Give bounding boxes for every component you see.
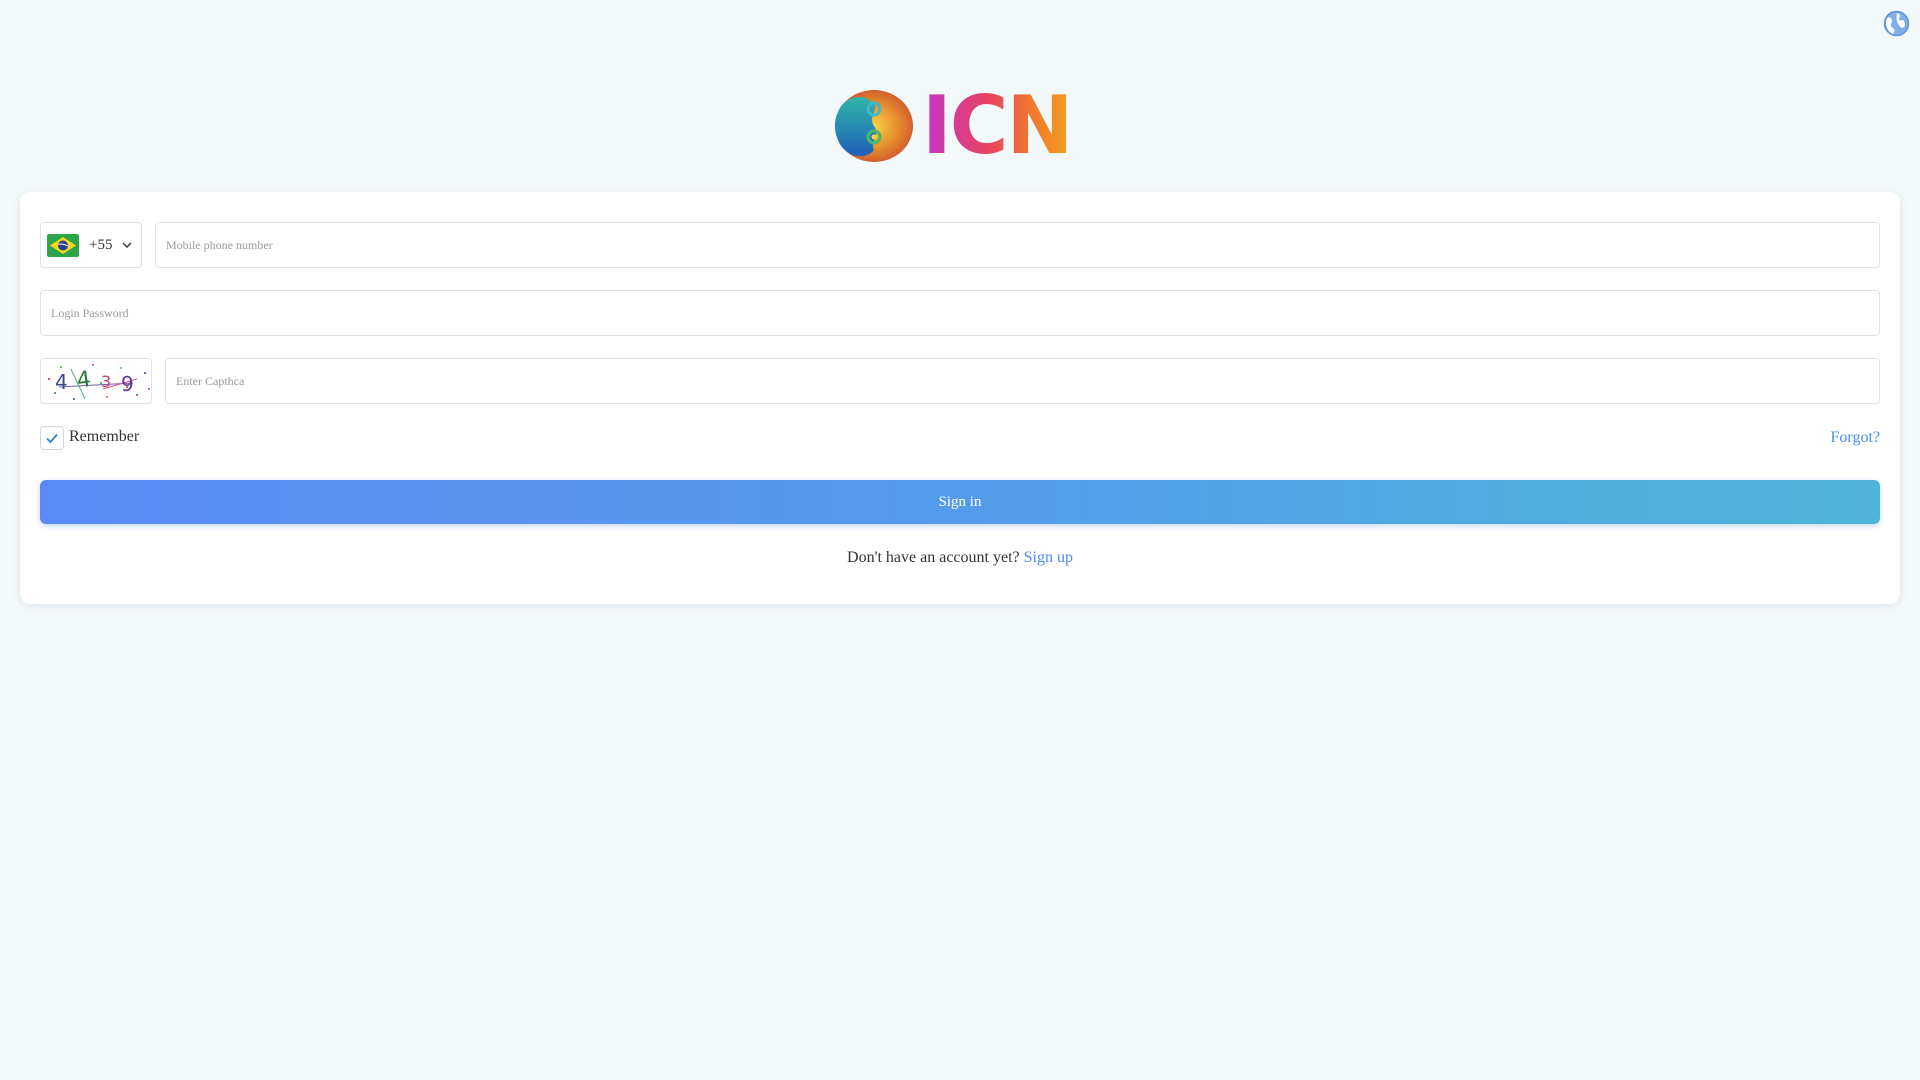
svg-text:3: 3 bbox=[101, 372, 111, 391]
country-code-value: +55 bbox=[89, 236, 113, 253]
forgot-password-link[interactable]: Forgot? bbox=[1831, 429, 1880, 447]
phone-row: +55 bbox=[40, 222, 1880, 268]
sign-in-button[interactable]: Sign in bbox=[40, 480, 1880, 524]
signup-prompt-text: Don't have an account yet? bbox=[847, 549, 1020, 566]
app-logo: ICN bbox=[834, 79, 1074, 172]
brazil-flag-icon bbox=[47, 233, 79, 257]
signin-row: Sign in bbox=[40, 480, 1880, 524]
phone-input[interactable] bbox=[155, 222, 1880, 268]
remember-label: Remember bbox=[69, 428, 140, 445]
globe-icon bbox=[1883, 10, 1910, 37]
checkmark-icon bbox=[46, 433, 58, 444]
captcha-image[interactable]: 4 4 3 9 bbox=[40, 358, 152, 404]
country-code-select[interactable]: +55 bbox=[40, 222, 142, 268]
login-card: +55 Mobile phone number 4 4 3 9 Enter Ca… bbox=[20, 192, 1900, 604]
password-row bbox=[40, 290, 1880, 336]
logo-text: ICN bbox=[922, 79, 1073, 172]
password-input[interactable] bbox=[40, 290, 1880, 336]
svg-text:4: 4 bbox=[55, 370, 68, 394]
sign-up-link[interactable]: Sign up bbox=[1024, 549, 1073, 566]
language-button[interactable] bbox=[1883, 10, 1910, 37]
logo-emblem-icon bbox=[835, 90, 913, 162]
remember-checkbox[interactable] bbox=[40, 426, 64, 450]
captcha-row: 4 4 3 9 bbox=[40, 358, 1880, 404]
svg-text:9: 9 bbox=[121, 372, 134, 396]
captcha-graphic: 4 4 3 9 bbox=[41, 359, 151, 403]
chevron-down-icon bbox=[122, 242, 132, 248]
remember-row: Remember Forgot? bbox=[40, 426, 1880, 452]
signup-prompt-row: Don't have an account yet? Sign up bbox=[20, 549, 1900, 567]
captcha-input[interactable] bbox=[165, 358, 1880, 404]
